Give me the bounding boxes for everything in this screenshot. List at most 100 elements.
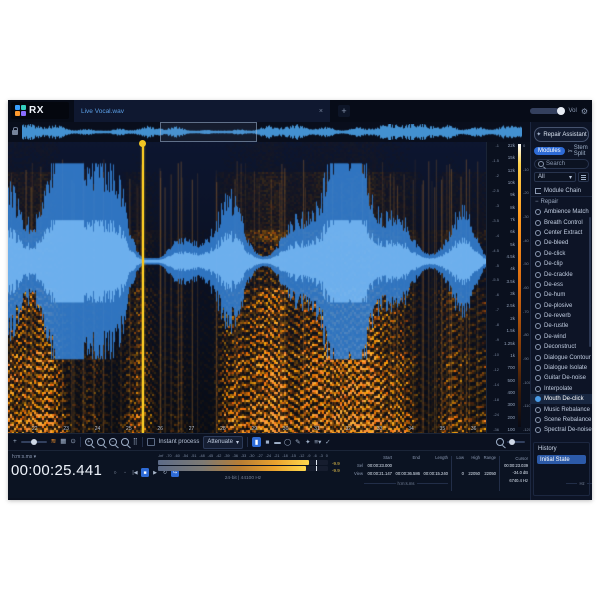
freq-high[interactable]: 22050 — [464, 471, 480, 476]
selection-tool[interactable]: ■ — [264, 437, 271, 447]
module-chain-item[interactable]: Module Chain — [531, 185, 592, 197]
meter-scale-label: -70 — [166, 454, 172, 458]
gear-icon[interactable]: ⚙ — [581, 107, 588, 116]
cursor-frequency: 6740.4 Hz — [502, 477, 528, 484]
blend-icon[interactable]: + — [13, 439, 17, 446]
selection-tool[interactable]: ◯ — [284, 437, 291, 447]
time-format-selector[interactable]: h:m:s.ms ▾ — [12, 454, 36, 460]
selection-tool[interactable]: ✦ — [304, 437, 311, 447]
transport-button[interactable]: ◦ — [121, 468, 129, 477]
sidebar-tabs: Modules ✂ Stem Split — [531, 146, 592, 156]
history-clock-icon[interactable]: ⊙ — [70, 439, 75, 446]
transport-button[interactable]: ■ — [141, 468, 149, 477]
module-item[interactable]: Dialogue Contour — [531, 352, 592, 362]
module-item[interactable]: De-crackle — [531, 269, 592, 279]
history-item[interactable]: Initial State — [537, 455, 586, 464]
time-tick: 23 — [63, 426, 69, 432]
module-item[interactable]: Spectral De-noise — [531, 425, 592, 435]
selection-tool[interactable]: ✓ — [324, 437, 331, 447]
module-search-input[interactable]: Search — [534, 159, 589, 169]
list-view-button[interactable] — [578, 172, 589, 182]
module-item[interactable]: Breath Control — [531, 217, 592, 227]
new-tab-button[interactable]: + — [338, 105, 350, 117]
repair-assistant-button[interactable]: ✦ Repair Assistant — [534, 127, 589, 142]
volume-slider[interactable] — [530, 108, 564, 114]
module-item[interactable]: Scene Rebalance — [531, 415, 592, 425]
search-icon — [538, 161, 544, 167]
meter-scale-label: -24 — [266, 454, 272, 458]
time-tick: 34 — [408, 426, 414, 432]
module-item[interactable]: De-ess — [531, 280, 592, 290]
magnifier-icon[interactable] — [496, 438, 504, 446]
sel-start[interactable]: 00:00:23.000 — [364, 463, 392, 468]
zoom-out-icon[interactable]: − — [109, 438, 117, 446]
module-item[interactable]: De-rustle — [531, 321, 592, 331]
spectrogram-settings-icon[interactable]: ≋ — [51, 439, 56, 446]
tab-modules[interactable]: Modules — [534, 147, 565, 155]
instant-process-checkbox[interactable] — [147, 438, 155, 446]
module-item[interactable]: Deconstruct — [531, 342, 592, 352]
spectrogram-canvas[interactable] — [8, 142, 486, 433]
amp-label: -36 — [493, 427, 499, 432]
transport-button[interactable]: ○ — [111, 468, 119, 477]
section-repair[interactable]: − Repair — [531, 197, 592, 207]
module-item[interactable]: Center Extract — [531, 228, 592, 238]
module-item[interactable]: De-hum — [531, 290, 592, 300]
module-item[interactable]: De-reverb — [531, 311, 592, 321]
selection-tool[interactable]: ≡▾ — [314, 437, 321, 447]
playhead-handle[interactable] — [139, 140, 146, 147]
zoom-slider[interactable] — [507, 441, 525, 443]
freq-low[interactable]: 0 — [454, 471, 464, 476]
layout-grid-icon[interactable]: ▦ — [60, 439, 66, 446]
transport-button[interactable]: |◀ — [131, 468, 139, 477]
volume-knob[interactable] — [557, 107, 565, 115]
module-item[interactable]: De-click — [531, 249, 592, 259]
pan-hand-icon[interactable]: ⣿ — [133, 439, 138, 446]
meter-scale-label: -33 — [241, 454, 247, 458]
module-item[interactable]: Guitar De-noise — [531, 373, 592, 383]
meter-scale-label: -30 — [249, 454, 255, 458]
selection-tool[interactable]: ✎ — [294, 437, 301, 447]
rx-logo-text: RX — [29, 105, 44, 116]
playhead-line[interactable] — [142, 142, 144, 433]
zoom-selection-icon[interactable] — [97, 438, 105, 446]
meter-scale-label: -27 — [257, 454, 263, 458]
module-item[interactable]: Dialogue Isolate — [531, 363, 592, 373]
zoom-level-controls — [496, 438, 525, 446]
sidebar-scrollbar[interactable] — [589, 217, 591, 347]
tab-close-icon[interactable]: × — [319, 108, 323, 115]
process-mode-dropdown[interactable]: Attenuate ▾ — [203, 436, 243, 449]
blend-slider[interactable] — [21, 441, 47, 443]
overview-waveform-canvas[interactable] — [22, 124, 522, 140]
module-item[interactable]: Mouth De-click — [531, 394, 592, 404]
file-tab[interactable]: Live Vocal.wav × — [74, 100, 330, 122]
module-item[interactable]: De-clip — [531, 259, 592, 269]
amp-label: -4.5 — [492, 248, 499, 253]
view-length[interactable]: 00:00:15.240 — [420, 471, 448, 476]
module-item[interactable]: De-bleed — [531, 238, 592, 248]
spectrogram-view[interactable]: 222324252627282930313233343536 — [8, 142, 486, 433]
zoom-in-icon[interactable]: + — [85, 438, 93, 446]
module-item[interactable]: Interpolate — [531, 384, 592, 394]
module-item[interactable]: De-wind — [531, 332, 592, 342]
freq-label: 3.5k — [506, 279, 515, 284]
selection-tool[interactable]: ▬ — [274, 437, 281, 447]
view-start[interactable]: 00:00:21.147 — [364, 471, 392, 476]
module-item[interactable]: Ambience Match — [531, 207, 592, 217]
category-dropdown[interactable]: All ▾ — [534, 172, 576, 182]
lock-icon[interactable] — [12, 130, 18, 135]
tab-stem-split[interactable]: ✂ Stem Split — [568, 145, 589, 157]
view-end[interactable]: 00:00:36.586 — [392, 471, 420, 476]
freq-label: 9k — [510, 192, 515, 197]
zoom-fit-icon[interactable] — [121, 438, 129, 446]
selection-tool[interactable]: ▮ — [252, 437, 261, 447]
rx-app-window: RX Live Vocal.wav × + Vol ⚙ 222324252627… — [8, 100, 592, 500]
freq-range[interactable]: 22050 — [480, 471, 496, 476]
waveform-overview[interactable] — [8, 122, 530, 143]
overview-view-rectangle[interactable] — [160, 122, 257, 142]
freq-label: 6k — [510, 229, 515, 234]
meter-scale-label: -inf — [158, 454, 163, 458]
module-item[interactable]: Music Rebalance — [531, 404, 592, 414]
module-item[interactable]: De-plosive — [531, 301, 592, 311]
selection-tools: ▮■▬◯✎✦≡▾✓ — [252, 437, 331, 447]
